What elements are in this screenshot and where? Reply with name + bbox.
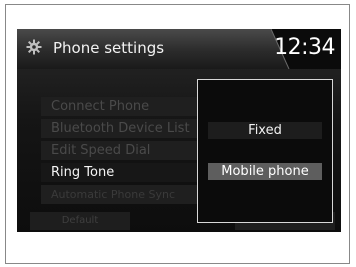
menu-item-bluetooth-device-list[interactable]: Bluetooth Device List <box>41 119 209 138</box>
menu-item-automatic-phone-sync[interactable]: Automatic Phone Sync <box>41 185 209 204</box>
option-fixed[interactable]: Fixed <box>208 122 322 139</box>
menu-item-ring-tone[interactable]: Ring Tone <box>41 163 209 182</box>
option-mobile-phone[interactable]: Mobile phone <box>208 163 322 180</box>
gear-icon <box>26 39 42 55</box>
clock: 12:34 <box>274 35 335 60</box>
default-button[interactable]: Default <box>30 212 130 230</box>
page-title: Phone settings <box>53 39 165 57</box>
menu-item-edit-speed-dial[interactable]: Edit Speed Dial <box>41 141 209 160</box>
ring-tone-popup: Fixed Mobile phone <box>197 79 333 223</box>
header-bar: Phone settings 12:34 <box>17 29 341 69</box>
menu-item-connect-phone[interactable]: Connect Phone <box>41 97 209 116</box>
phone-settings-screen: Phone settings 12:34 Connect Phone Bluet… <box>17 29 341 232</box>
